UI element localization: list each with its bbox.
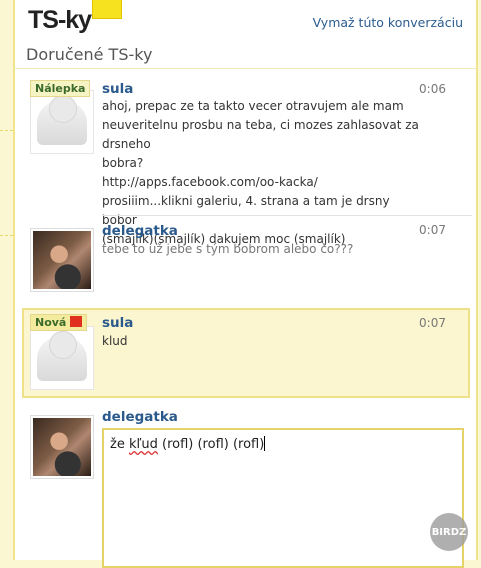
red-flag-icon — [70, 316, 83, 327]
avatar[interactable] — [30, 415, 94, 479]
header-divider — [13, 68, 478, 69]
text-caret — [264, 436, 266, 451]
message-time: 0:07 — [419, 316, 446, 330]
default-avatar-head — [49, 95, 77, 123]
avatar[interactable] — [30, 90, 94, 154]
message-body: tebe to už jebe s tým bobrom alebo čo??? — [102, 242, 354, 256]
message-body: klud — [102, 334, 128, 348]
page-title: Doručené TS-ky — [26, 45, 153, 64]
sender-name[interactable]: delegatka — [102, 223, 178, 239]
message-divider — [102, 215, 472, 216]
ts-ky-logo: TS-ky — [28, 0, 123, 35]
avatar[interactable] — [30, 228, 94, 292]
birdz-watermark: BIRDZ — [430, 513, 468, 551]
avatar[interactable] — [30, 326, 94, 390]
message-time: 0:07 — [419, 223, 446, 237]
user-photo — [33, 418, 91, 476]
sticker-badge: Nálepka — [30, 80, 91, 97]
left-dash — [0, 235, 13, 236]
reply-text: že kľud (rofl) (rofl) (rofl) — [110, 436, 266, 452]
reply-textarea[interactable]: že kľud (rofl) (rofl) (rofl) — [102, 428, 464, 568]
new-badge: Nová — [30, 314, 88, 331]
clear-conversation-link[interactable]: Vymaž túto konverzáciu — [313, 15, 463, 30]
user-photo — [33, 231, 91, 289]
message-time: 0:06 — [419, 82, 446, 96]
envelope-icon — [92, 0, 123, 19]
message-link[interactable]: http://apps.facebook.com/oo-kacka/ — [102, 173, 422, 192]
left-dash — [0, 130, 13, 131]
sender-name[interactable]: sula — [102, 315, 133, 331]
default-avatar-head — [49, 331, 77, 359]
sender-name[interactable]: sula — [102, 81, 133, 97]
sender-name[interactable]: delegatka — [102, 409, 178, 425]
